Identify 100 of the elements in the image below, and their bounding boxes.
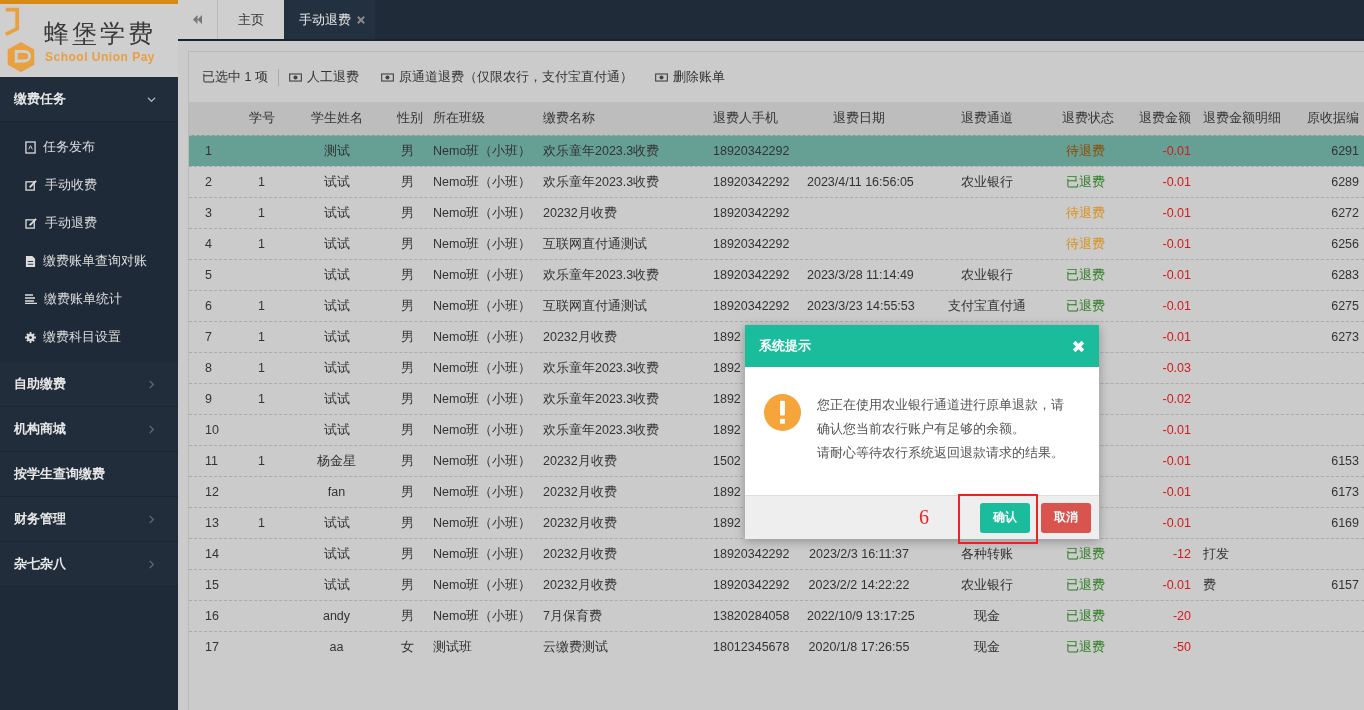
table-cell: 农业银行	[960, 577, 1013, 592]
table-cell: 6169	[1331, 516, 1359, 530]
menu-item[interactable]: 缴费科目设置	[0, 318, 178, 356]
table-cell: 男	[400, 329, 414, 344]
table-cell: 1	[258, 206, 265, 220]
table-row[interactable]: 6 1 试试 男 Nemo班（小班） 互联网直付通测试 18920342292 2023/3/23 14:55:53 支付宝直付通 已退费 -0.01 6275	[189, 290, 1364, 321]
table-cell: 2023/2/3 16:11:37	[809, 547, 909, 561]
status-text: 已退费	[1066, 267, 1105, 282]
table-cell: 男	[400, 143, 414, 158]
table-cell: 18920342292	[713, 268, 790, 282]
table-cell: 男	[400, 608, 414, 623]
table-cell: 1	[258, 516, 265, 530]
table-row[interactable]: 5 试试 男 Nemo班（小班） 欢乐童年2023.3收费 18920342292 2023/3/28 11:14:49 农业银行 已退费 -0.01 6283	[189, 259, 1364, 290]
column-header[interactable]: 原收据编	[1289, 110, 1363, 127]
table-cell: 20232月收费	[543, 515, 617, 530]
close-icon[interactable]	[357, 15, 365, 24]
column-header[interactable]: 所在班级	[425, 110, 533, 127]
column-header[interactable]: 退费金额	[1117, 110, 1199, 127]
dialog-button[interactable]: 取消	[1041, 502, 1091, 533]
table-cell: 男	[400, 298, 414, 313]
table-cell: 农业银行	[960, 267, 1013, 282]
table-cell: -12	[1172, 547, 1191, 561]
table-cell: 试试	[323, 422, 350, 437]
table-row[interactable]: 2 1 试试 男 Nemo班（小班） 欢乐童年2023.3收费 18920342292 2023/4/11 16:56:05 农业银行 已退费 -0.01 6289	[189, 166, 1364, 197]
column-header[interactable]: 退费状态	[1054, 110, 1117, 127]
table-cell: aa	[329, 640, 344, 654]
table-row[interactable]: 15 试试 男 Nemo班（小班） 20232月收费 18920342292 2023/2/2 14:22:22 农业银行 已退费 -0.01 费 6157	[189, 569, 1364, 600]
table-cell: -0.01	[1162, 206, 1191, 220]
toolbar-action[interactable]: 人工退费	[288, 68, 359, 86]
table-cell: 2023/3/28 11:14:49	[807, 268, 914, 282]
table-cell: 6	[205, 299, 212, 313]
status-text: 待退费	[1066, 143, 1105, 158]
table-cell: 2023/2/2 14:22:22	[808, 578, 910, 592]
column-header[interactable]: 退费日期	[799, 110, 919, 127]
column-header[interactable]: 学号	[239, 110, 284, 127]
table-cell: 6273	[1331, 330, 1359, 344]
table-row[interactable]: 4 1 试试 男 Nemo班（小班） 互联网直付通测试 18920342292 待退费 -0.01 6256	[189, 228, 1364, 259]
table-cell: 6283	[1331, 268, 1359, 282]
table-cell: 男	[400, 422, 414, 437]
table-cell: 2023/4/11 16:56:05	[807, 175, 914, 189]
cash-icon	[380, 72, 394, 82]
menu-item[interactable]: 缴费账单统计	[0, 280, 178, 318]
table-cell: 测试	[323, 143, 350, 158]
table-cell: 1	[258, 299, 265, 313]
table-cell: fan	[327, 485, 346, 499]
table-cell: 6256	[1331, 237, 1359, 251]
column-header[interactable]: 退费金额明细	[1199, 110, 1289, 127]
table-cell: 1	[205, 144, 212, 158]
table-cell: Nemo班（小班）	[433, 205, 532, 220]
table-row[interactable]: 17 aa 女 测试班 云缴费测试 18012345678 2020/1/8 17:26:55 现金 已退费 -50	[189, 631, 1364, 662]
table-cell: Nemo班（小班）	[433, 546, 532, 561]
table-cell: -20	[1172, 609, 1191, 623]
table-cell: Nemo班（小班）	[433, 608, 532, 623]
table-cell: 18920342292	[713, 237, 790, 251]
table-cell: 男	[400, 360, 414, 375]
table-cell: 农业银行	[960, 174, 1013, 189]
table-cell: 5	[205, 268, 212, 282]
table-cell: 男	[400, 484, 414, 499]
table-cell: 现金	[973, 639, 1000, 654]
table-row[interactable]: 1 测试 男 Nemo班（小班） 欢乐童年2023.3收费 18920342292 待退费 -0.01 6291	[189, 135, 1364, 166]
menu-item[interactable]: 任务发布	[0, 128, 178, 166]
tab[interactable]: 手动退费	[284, 0, 375, 39]
table-cell: 20232月收费	[543, 484, 617, 499]
table-cell: 2020/1/8 17:26:55	[808, 640, 910, 654]
column-header[interactable]: 缴费名称	[533, 110, 705, 127]
table-cell: andy	[322, 609, 351, 623]
column-header[interactable]: 性别	[389, 110, 425, 127]
status-text: 已退费	[1066, 608, 1105, 623]
collapse-button[interactable]	[178, 0, 218, 39]
column-header[interactable]: 学生姓名	[284, 110, 389, 127]
table-cell: 1892	[713, 361, 741, 375]
table-cell: 11	[205, 454, 218, 468]
table-cell: 试试	[323, 391, 350, 406]
column-header[interactable]: 退费人手机	[705, 110, 799, 127]
table-row[interactable]: 3 1 试试 男 Nemo班（小班） 20232月收费 18920342292 待退费 -0.01 6272	[189, 197, 1364, 228]
table-cell: 2022/10/9 13:17:25	[807, 609, 915, 623]
table-cell: 试试	[323, 329, 350, 344]
menu-item[interactable]: 手动收费	[0, 166, 178, 204]
table-cell: 20232月收费	[543, 329, 617, 344]
menu-item[interactable]: 手动退费	[0, 204, 178, 242]
toolbar-action[interactable]: 原通道退费（仅限农行，支付宝直付通）	[380, 68, 633, 86]
table-cell: 6275	[1331, 299, 1359, 313]
table-cell: 18920342292	[713, 144, 790, 158]
cash-icon	[654, 72, 668, 82]
status-text: 已退费	[1066, 577, 1105, 592]
table-cell: -50	[1172, 640, 1191, 654]
table-cell: -0.01	[1162, 330, 1191, 344]
table-cell: -0.01	[1162, 516, 1191, 530]
table-cell: -0.01	[1162, 485, 1191, 499]
table-cell: 1892	[713, 485, 741, 499]
edit-icon	[25, 217, 38, 229]
table-cell: 1892	[713, 423, 741, 437]
table-row[interactable]: 16 andy 男 Nemo班（小班） 7月保育费 13820284058 2022/10/9 13:17:25 现金 已退费 -20	[189, 600, 1364, 631]
status-text: 已退费	[1066, 546, 1105, 561]
menu-item[interactable]: 缴费账单查询对账	[0, 242, 178, 280]
table-cell: 试试	[323, 236, 350, 251]
tab[interactable]: 主页	[218, 0, 284, 39]
column-header[interactable]: 退费通道	[919, 110, 1054, 127]
toolbar-action[interactable]: 删除账单	[654, 68, 725, 86]
table-cell: 1	[258, 454, 265, 468]
